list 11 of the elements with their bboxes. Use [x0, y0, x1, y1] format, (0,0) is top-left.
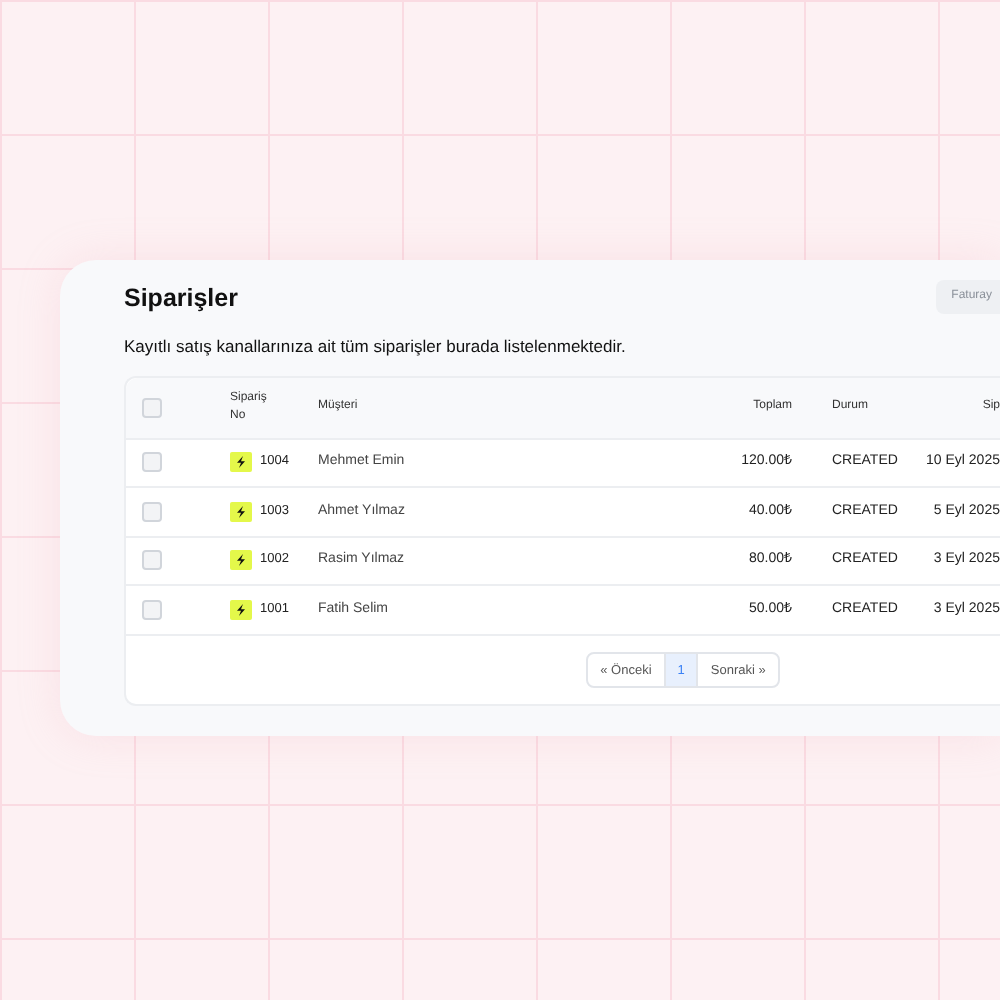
checkbox[interactable]	[142, 397, 162, 417]
lightning-icon	[230, 452, 252, 473]
checkbox[interactable]	[142, 550, 162, 571]
checkbox[interactable]	[142, 501, 162, 522]
page-title: Siparişler	[124, 282, 238, 316]
lightning-icon	[230, 599, 252, 620]
checkbox[interactable]	[142, 452, 162, 473]
lightning-icon	[230, 501, 252, 522]
checkbox[interactable]	[142, 599, 162, 620]
lightning-icon	[230, 550, 252, 571]
page-description: Kayıtlı satış kanallarınıza ait tüm siparişler burada listelenmektedir.	[124, 333, 628, 359]
